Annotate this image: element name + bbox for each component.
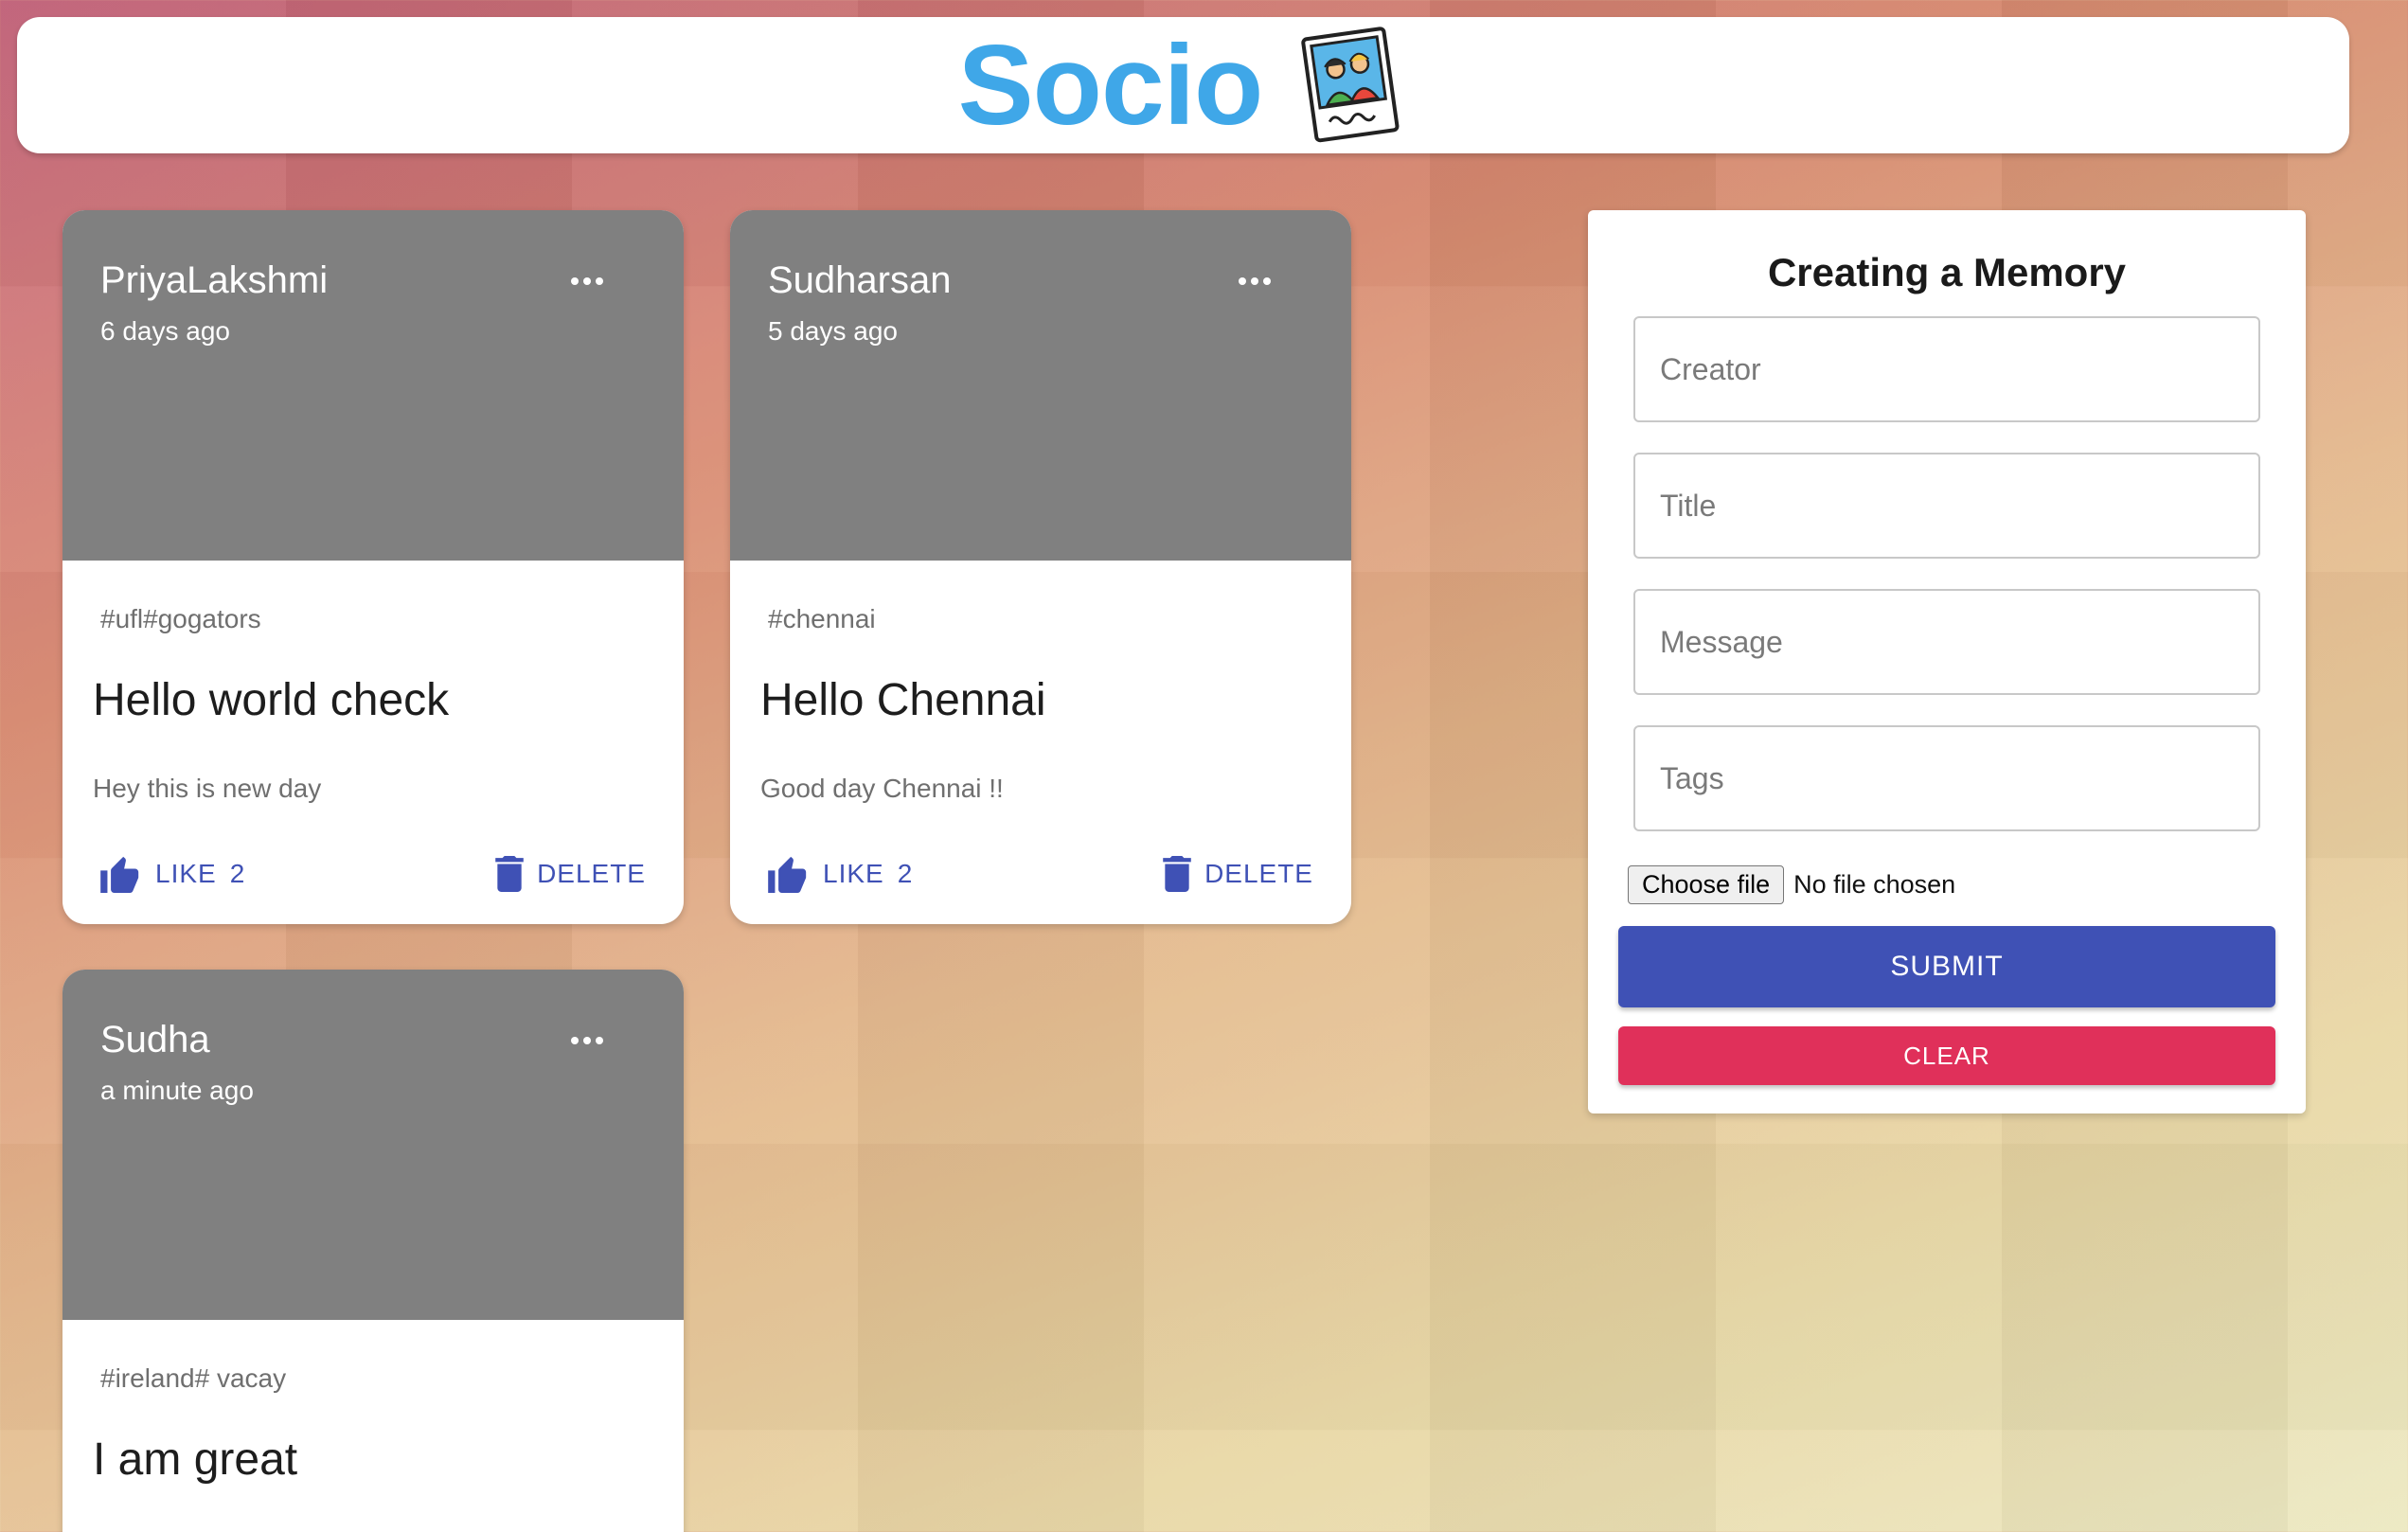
post-media: Sudharsan 5 days ago bbox=[730, 210, 1351, 561]
post-card: Sudha a minute ago #ireland# vacay I am … bbox=[62, 970, 684, 1532]
form-title: Creating a Memory bbox=[1767, 250, 2127, 294]
trash-icon bbox=[1163, 856, 1191, 892]
thumb-up-icon bbox=[768, 856, 807, 893]
post-time: 6 days ago bbox=[100, 316, 230, 346]
delete-button[interactable]: DELETE bbox=[495, 856, 646, 892]
more-options-icon[interactable] bbox=[566, 1026, 608, 1055]
tags-input[interactable] bbox=[1633, 725, 2260, 831]
title-input[interactable] bbox=[1633, 453, 2260, 559]
post-tags: #ufl#gogators bbox=[100, 604, 261, 633]
create-memory-form: Creating a Memory Choose file No file ch… bbox=[1588, 210, 2306, 1113]
post-creator: Sudharsan bbox=[768, 259, 952, 301]
post-card: Sudharsan 5 days ago #chennai Hello Chen… bbox=[730, 210, 1351, 924]
post-title: I am great bbox=[93, 1434, 298, 1485]
delete-label: DELETE bbox=[537, 859, 646, 888]
choose-file-button[interactable]: Choose file bbox=[1628, 865, 1785, 904]
post-creator: Sudha bbox=[100, 1019, 210, 1060]
trash-icon bbox=[495, 856, 524, 892]
file-status: No file chosen bbox=[1793, 870, 1956, 899]
more-options-icon[interactable] bbox=[1234, 267, 1275, 295]
photo-polaroid-icon bbox=[1301, 27, 1400, 143]
post-time: a minute ago bbox=[100, 1076, 254, 1105]
creator-input[interactable] bbox=[1633, 316, 2260, 422]
app-bar: Socio bbox=[17, 17, 2349, 153]
clear-button[interactable]: CLEAR bbox=[1618, 1026, 2275, 1085]
post-tags: #ireland# vacay bbox=[100, 1363, 287, 1393]
post-card: PriyaLakshmi 6 days ago #ufl#gogators He… bbox=[62, 210, 684, 924]
like-label: LIKE bbox=[155, 859, 217, 888]
brand-title: Socio bbox=[957, 22, 1264, 149]
like-count: 2 bbox=[229, 859, 246, 888]
more-options-icon[interactable] bbox=[566, 267, 608, 295]
post-media: PriyaLakshmi 6 days ago bbox=[62, 210, 684, 561]
like-button[interactable]: LIKE 2 bbox=[100, 855, 245, 893]
post-media: Sudha a minute ago bbox=[62, 970, 684, 1320]
post-message: Good day Chennai !! bbox=[760, 774, 1004, 803]
submit-button[interactable]: SUBMIT bbox=[1618, 926, 2275, 1007]
post-time: 5 days ago bbox=[768, 316, 898, 346]
post-message: Hey this is new day bbox=[93, 774, 322, 803]
delete-button[interactable]: DELETE bbox=[1163, 856, 1313, 892]
post-tags: #chennai bbox=[768, 604, 876, 633]
post-title: Hello Chennai bbox=[760, 675, 1046, 725]
post-creator: PriyaLakshmi bbox=[100, 259, 329, 301]
thumb-up-icon bbox=[100, 856, 139, 893]
delete-label: DELETE bbox=[1204, 859, 1313, 888]
like-button[interactable]: LIKE 2 bbox=[768, 855, 913, 893]
like-count: 2 bbox=[897, 859, 914, 888]
post-title: Hello world check bbox=[93, 675, 450, 725]
message-input[interactable] bbox=[1633, 589, 2260, 695]
like-label: LIKE bbox=[823, 859, 884, 888]
file-picker: Choose file No file chosen bbox=[1628, 865, 1955, 904]
